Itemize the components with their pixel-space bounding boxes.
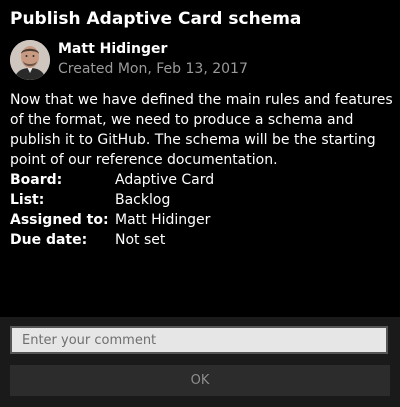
fact-row-list: List: Backlog bbox=[10, 190, 214, 210]
author-photo-icon bbox=[10, 40, 50, 80]
avatar bbox=[10, 40, 50, 80]
fact-value: Not set bbox=[115, 232, 166, 248]
fact-row-board: Board: Adaptive Card bbox=[10, 170, 214, 190]
card-title: Publish Adaptive Card schema bbox=[10, 9, 302, 29]
action-area: OK bbox=[0, 317, 400, 407]
ok-button[interactable]: OK bbox=[10, 365, 390, 396]
fact-set: Board: Adaptive Card List: Backlog Assig… bbox=[10, 170, 214, 250]
fact-value: Adaptive Card bbox=[115, 172, 215, 188]
author-name: Matt Hidinger bbox=[58, 41, 168, 57]
fact-row-due-date: Due date: Not set bbox=[10, 230, 214, 250]
fact-key: Due date: bbox=[10, 232, 88, 248]
fact-row-assigned-to: Assigned to: Matt Hidinger bbox=[10, 210, 214, 230]
fact-value: Backlog bbox=[115, 192, 171, 208]
fact-key: Assigned to: bbox=[10, 212, 109, 228]
fact-key: Board: bbox=[10, 172, 63, 188]
fact-key: List: bbox=[10, 192, 45, 208]
card-description: Now that we have defined the main rules … bbox=[10, 92, 393, 168]
fact-value: Matt Hidinger bbox=[115, 212, 211, 228]
comment-input[interactable] bbox=[10, 326, 388, 354]
adaptive-card: Publish Adaptive Card schema Matt Hiding… bbox=[0, 0, 400, 407]
created-date: Created Mon, Feb 13, 2017 bbox=[58, 61, 248, 77]
